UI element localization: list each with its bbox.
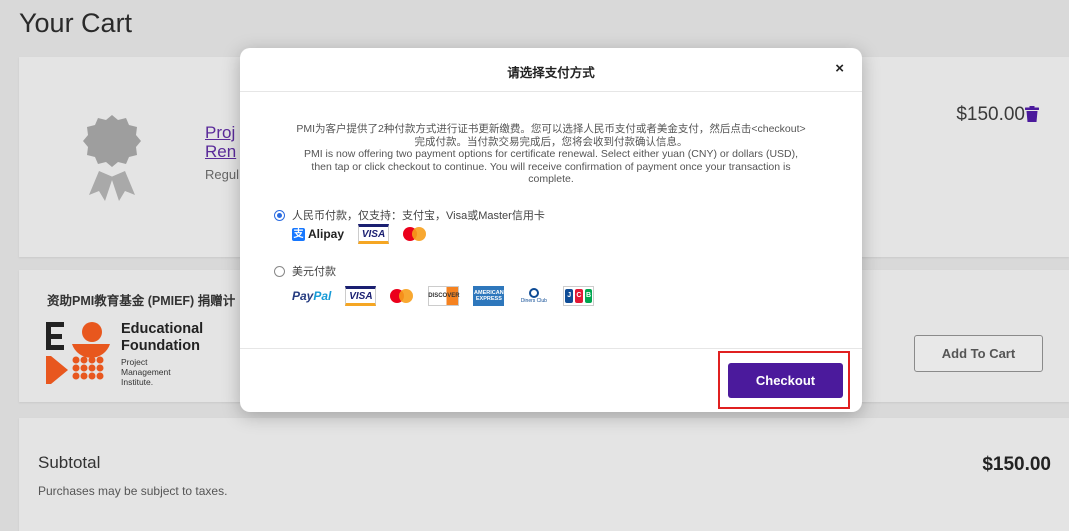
- payment-option-cny[interactable]: 人民币付款，仅支持：支付宝，Visa或Master信用卡: [274, 207, 545, 223]
- discover-logo: DISCOVER: [428, 286, 460, 306]
- certificate-badge-icon: [83, 115, 141, 201]
- logo-small-management: Management: [121, 367, 171, 377]
- donation-title: 资助PMI教育基金 (PMIEF) 捐赠计: [47, 294, 236, 308]
- pmief-logo: [46, 322, 110, 384]
- jcb-logo: J C B: [563, 286, 595, 306]
- logo-line-foundation: Foundation: [121, 338, 200, 354]
- modal-title: 请选择支付方式: [507, 66, 595, 80]
- trash-icon[interactable]: [1025, 106, 1039, 122]
- product-link-line2[interactable]: Ren: [205, 142, 236, 161]
- payment-method-modal: 请选择支付方式 × PMI为客户提供了2种付款方式进行证书更新缴费。您可以选择人…: [240, 48, 862, 412]
- paypal-text-2: Pal: [313, 289, 332, 303]
- amex-text-2: EXPRESS: [475, 296, 502, 302]
- add-to-cart-button[interactable]: Add To Cart: [914, 335, 1043, 372]
- subtotal-label: Subtotal: [38, 453, 101, 472]
- radio-usd[interactable]: [274, 265, 285, 277]
- checkout-button[interactable]: Checkout: [728, 363, 843, 398]
- visa-logo: VISA: [358, 224, 390, 244]
- alipay-text: Alipay: [308, 227, 345, 241]
- mastercard-logo: [403, 226, 427, 242]
- visa-logo-usd: VISA: [345, 286, 377, 306]
- option-usd-label: 美元付款: [292, 266, 336, 278]
- pmief-logo-text: Educational Foundation Project Managemen…: [121, 321, 203, 387]
- desc-en-line2: then tap or click checkout to continue. …: [311, 160, 791, 173]
- modal-header: 请选择支付方式 ×: [240, 48, 862, 92]
- modal-description: PMI为客户提供了2种付款方式进行证书更新缴费。您可以选择人民币支付或者美金支付…: [270, 123, 832, 186]
- product-type-text: Regul: [205, 167, 239, 182]
- usd-payment-logos: Pay Pal VISA DISCOVER AMERICAN EXPRESS Di…: [292, 286, 608, 306]
- paypal-text-1: Pay: [292, 289, 314, 303]
- desc-en-line3: complete.: [528, 173, 574, 185]
- tax-note: Purchases may be subject to taxes.: [38, 484, 228, 498]
- logo-small-institute: Institute.: [121, 377, 154, 387]
- diners-text: Diners Club: [520, 298, 547, 304]
- modal-footer-divider: [240, 348, 862, 349]
- amex-logo: AMERICAN EXPRESS: [473, 286, 505, 306]
- product-link[interactable]: Proj Ren: [205, 123, 236, 161]
- diners-circle-icon: [528, 288, 539, 298]
- cny-payment-logos: 支 Alipay VISA: [292, 224, 441, 244]
- close-icon[interactable]: ×: [835, 60, 844, 77]
- alipay-logo: 支 Alipay: [292, 227, 344, 241]
- radio-cny[interactable]: [274, 209, 285, 221]
- mastercard-logo-usd: [390, 288, 414, 304]
- jcb-b: B: [584, 289, 593, 303]
- jcb-c: C: [575, 289, 583, 303]
- logo-small-project: Project: [121, 357, 148, 367]
- product-link-line1[interactable]: Proj: [205, 123, 236, 142]
- page-title: Your Cart: [19, 8, 133, 38]
- option-cny-label: 人民币付款，仅支持：支付宝，Visa或Master信用卡: [292, 210, 545, 222]
- payment-option-usd[interactable]: 美元付款: [274, 263, 336, 279]
- diners-club-logo: Diners Club: [518, 286, 549, 306]
- subtotal-card: Subtotal Purchases may be subject to tax…: [19, 418, 1069, 531]
- paypal-logo: Pay Pal: [292, 289, 331, 303]
- logo-line-educational: Educational: [121, 321, 204, 337]
- desc-cn-line1: PMI为客户提供了2种付款方式进行证书更新缴费。您可以选择人民币支付或者美金支付…: [296, 123, 806, 135]
- product-price: $150.00: [956, 104, 1025, 125]
- alipay-icon: 支: [292, 227, 305, 241]
- desc-cn-line2: 完成付款。当付款交易完成后，您将会收到付款确认信息。: [414, 135, 688, 148]
- jcb-j: J: [565, 289, 574, 303]
- subtotal-amount: $150.00: [982, 454, 1051, 475]
- desc-en-line1: PMI is now offering two payment options …: [303, 148, 799, 160]
